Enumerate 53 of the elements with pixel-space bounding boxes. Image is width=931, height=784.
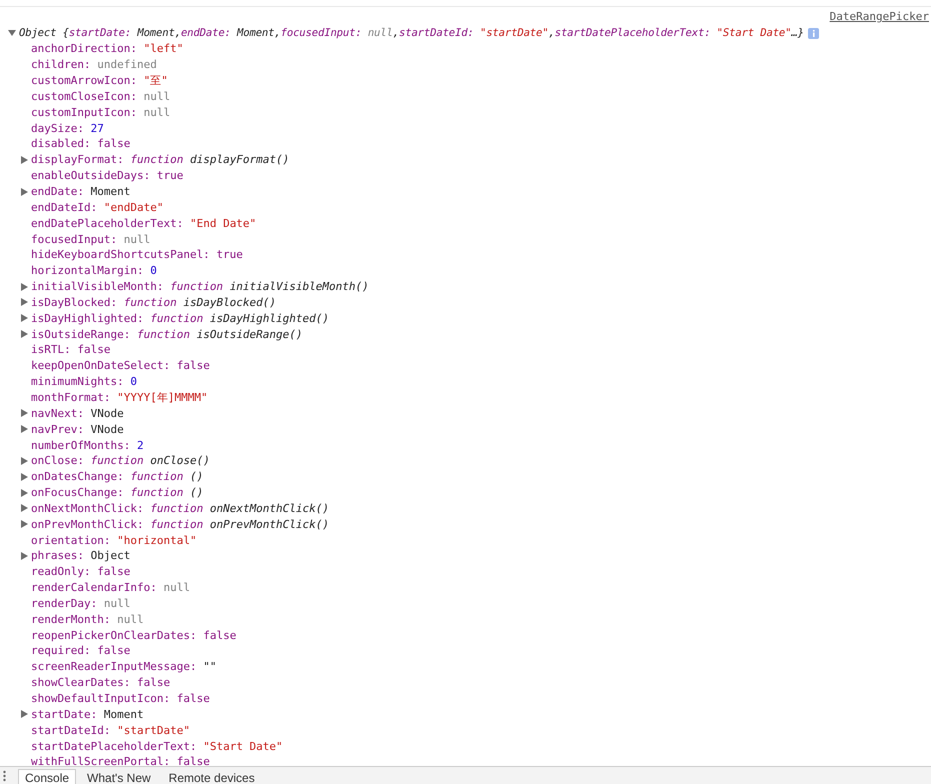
- property-line: customInputIcon: null: [31, 106, 170, 119]
- property-line: readOnly: false: [31, 565, 130, 578]
- property-line: required: false: [31, 644, 130, 658]
- property-line: numberOfMonths: 2: [31, 438, 144, 452]
- expanded-triangle-icon[interactable]: [8, 29, 19, 37]
- property-line: enableOutsideDays: true: [31, 169, 184, 182]
- property-line: displayFormat: function displayFormat(): [31, 153, 290, 166]
- property-line: navPrev: VNode: [31, 422, 124, 436]
- property-line: disabled: false: [31, 137, 130, 150]
- property-line: onClose: function onClose(): [31, 454, 210, 468]
- property-line: navNext: VNode: [31, 406, 124, 420]
- property-line: startDatePlaceholderText: "Start Date": [31, 740, 283, 753]
- property-line: endDateId: "endDate": [31, 200, 164, 214]
- property-line: showClearDates: false: [31, 676, 170, 690]
- property-line: minimumNights: 0: [31, 375, 137, 388]
- source-link[interactable]: DateRangePicker: [830, 10, 929, 25]
- property-line: showDefaultInputIcon: false: [31, 692, 210, 706]
- property-line: onNextMonthClick: function onNextMonthClick(): [31, 502, 330, 515]
- property-line: customArrowIcon: "至": [31, 73, 168, 88]
- property-line: endDate: Moment: [31, 185, 130, 198]
- property-line: anchorDirection: "left": [31, 42, 184, 56]
- drawer-tab[interactable]: Console: [18, 769, 76, 784]
- property-line: isOutsideRange: function isOutsideRange(): [31, 328, 303, 341]
- property-line: onPrevMonthClick: function onPrevMonthClick(): [31, 518, 330, 531]
- property-line: phrases: Object: [31, 549, 130, 562]
- property-line: isDayHighlighted: function isDayHighlighted(): [31, 312, 330, 325]
- more-options-icon[interactable]: [3, 770, 6, 782]
- property-line: hideKeyboardShortcutsPanel: true: [31, 248, 243, 262]
- property-line: startDate: Moment: [31, 708, 144, 721]
- property-line: isRTL: false: [31, 343, 110, 356]
- property-line: renderMonth: null: [31, 612, 144, 626]
- property-line: withFullScreenPortal: false: [31, 755, 210, 766]
- property-line: monthFormat: "YYYY[年]MMMM": [31, 390, 208, 405]
- property-line: screenReaderInputMessage: "": [31, 660, 216, 674]
- property-line: horizontalMargin: 0: [31, 264, 157, 278]
- property-line: onFocusChange: function (): [31, 486, 204, 500]
- property-line: customCloseIcon: null: [31, 90, 170, 103]
- property-line: renderCalendarInfo: null: [31, 581, 190, 594]
- property-line: onDatesChange: function (): [31, 470, 204, 484]
- property-line: startDateId: "startDate": [31, 724, 190, 737]
- property-line: focusedInput: null: [31, 232, 150, 246]
- property-line: isDayBlocked: function isDayBlocked(): [31, 296, 276, 309]
- property-line: children: undefined: [31, 58, 157, 72]
- property-line: initialVisibleMonth: function initialVisibleMonth(): [31, 280, 369, 294]
- drawer-tab[interactable]: What's New: [80, 769, 158, 784]
- property-line: endDatePlaceholderText: "End Date": [31, 216, 256, 230]
- property-line: orientation: "horizontal": [31, 534, 197, 547]
- property-line: keepOpenOnDateSelect: false: [31, 359, 210, 372]
- object-preview: Object {startDate: Moment,endDate: Moment,focusedInput: null,startDateId: "startDate",startDatePlaceholderText: "Start Date"…}: [19, 27, 804, 39]
- property-line: reopenPickerOnClearDates: false: [31, 628, 236, 642]
- property-line: renderDay: null: [31, 596, 130, 610]
- drawer-tab[interactable]: Remote devices: [162, 769, 262, 784]
- property-line: daySize: 27: [31, 122, 104, 135]
